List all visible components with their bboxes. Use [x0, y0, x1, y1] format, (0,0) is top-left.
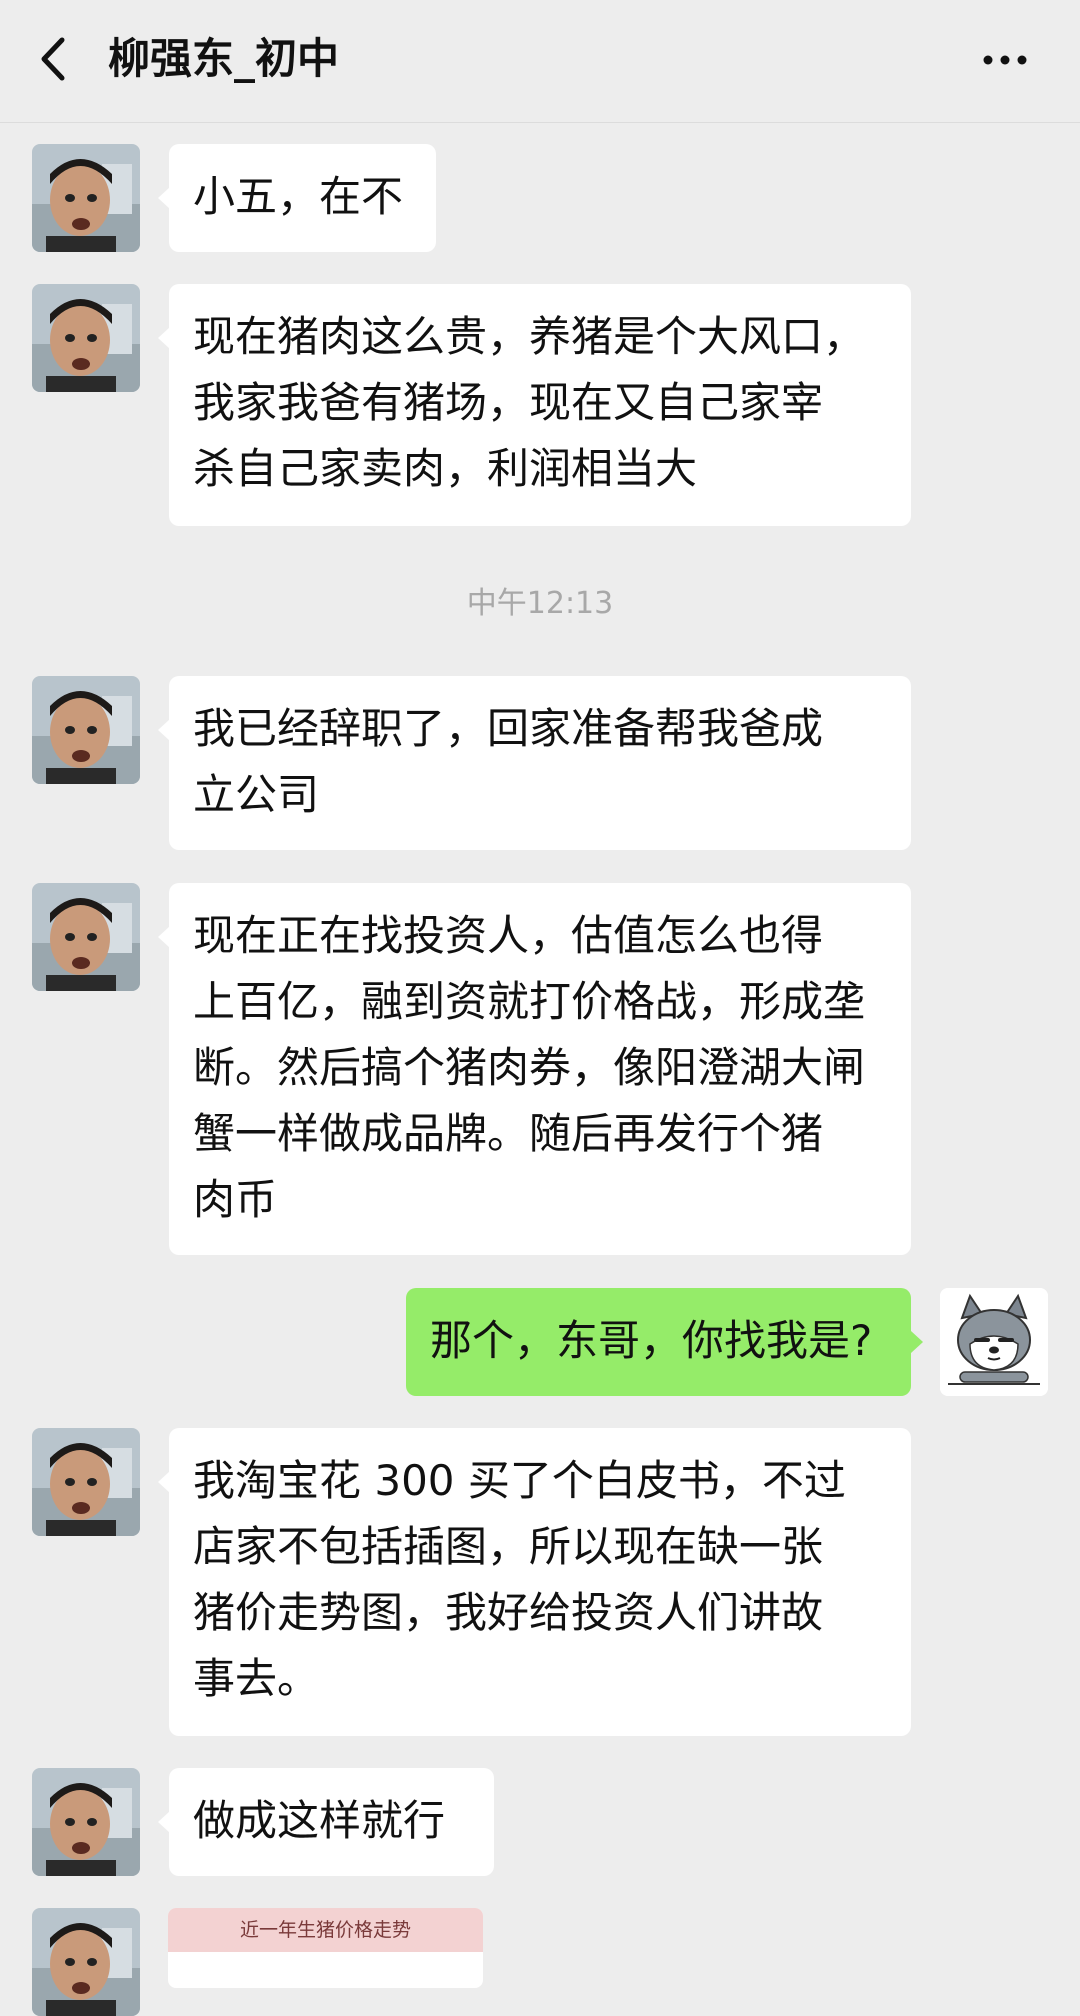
message-bubble[interactable]: 现在猪肉这么贵，养猪是个大风口， 我家我爸有猪场，现在又自己家宰 杀自己家卖肉，… — [169, 284, 911, 526]
contact-avatar[interactable] — [32, 676, 140, 784]
message-bubble[interactable]: 小五，在不 — [169, 144, 436, 252]
back-arrow-icon[interactable] — [34, 34, 74, 84]
my-message-bubble[interactable]: 那个，东哥，你找我是? — [406, 1288, 911, 1396]
message-bubble[interactable]: 我淘宝花 300 买了个白皮书，不过 店家不包括插图，所以现在缺一张 猪价走势图… — [169, 1428, 911, 1736]
contact-avatar[interactable] — [32, 883, 140, 991]
contact-avatar[interactable] — [32, 1768, 140, 1876]
contact-avatar[interactable] — [32, 144, 140, 252]
contact-avatar[interactable] — [32, 1908, 140, 2016]
message-bubble[interactable]: 做成这样就行 — [169, 1768, 494, 1876]
contact-avatar[interactable] — [32, 1428, 140, 1536]
message-timestamp: 中午12:13 — [466, 586, 614, 621]
message-bubble[interactable]: 我已经辞职了，回家准备帮我爸成 立公司 — [169, 676, 911, 850]
message-bubble[interactable]: 现在正在找投资人，估值怎么也得 上百亿，融到资就打价格战，形成垄 断。然后搞个猪… — [169, 883, 911, 1255]
more-options-icon[interactable] — [980, 40, 1030, 80]
image-message-title: 近一年生猪价格走势 — [168, 1908, 483, 1952]
image-message[interactable]: 近一年生猪价格走势 — [168, 1908, 483, 1988]
bubble-tail — [911, 1331, 923, 1353]
chat-header: 柳强东_初中 — [0, 0, 1080, 123]
contact-avatar[interactable] — [32, 284, 140, 392]
chat-title: 柳强东_初中 — [108, 34, 340, 83]
my-avatar[interactable] — [940, 1288, 1048, 1396]
